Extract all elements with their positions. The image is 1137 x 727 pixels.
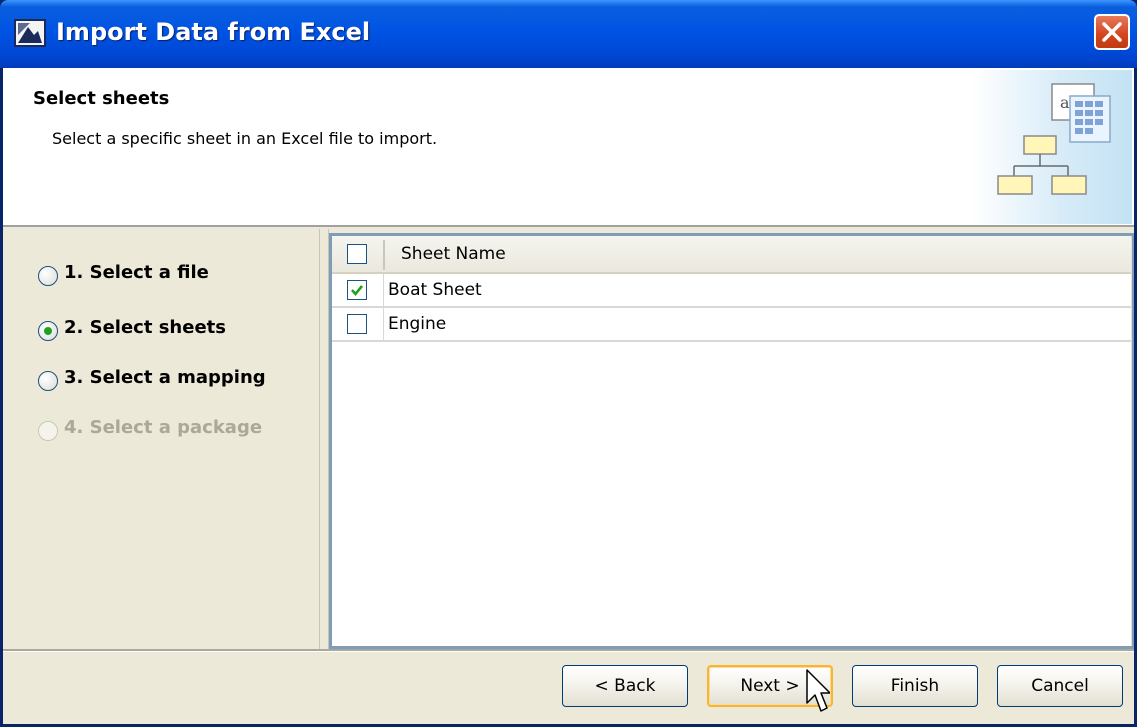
- step-label: 1. Select a file: [64, 262, 209, 283]
- radio-icon[interactable]: [38, 266, 58, 286]
- radio-icon: [38, 421, 58, 441]
- wizard-steps: 1. Select a file 2. Select sheets 3. Sel…: [3, 229, 319, 649]
- row-sheet-name: Boat Sheet: [383, 274, 1131, 306]
- close-button[interactable]: [1094, 14, 1130, 50]
- panel-splitter[interactable]: [319, 229, 329, 649]
- radio-icon[interactable]: [38, 371, 58, 391]
- mouse-cursor-icon: [806, 669, 830, 712]
- back-button[interactable]: < Back: [562, 665, 688, 707]
- header-graphic: a.: [972, 70, 1132, 224]
- spreadsheet-mapping-icon: a.: [997, 83, 1111, 195]
- table-row[interactable]: Boat Sheet: [332, 274, 1131, 308]
- wizard-header: Select sheets Select a specific sheet in…: [3, 68, 1134, 227]
- table-row[interactable]: Engine: [332, 308, 1131, 342]
- page-title: Select sheets: [33, 88, 170, 109]
- column-divider[interactable]: [383, 240, 385, 270]
- step-label: 4. Select a package: [64, 417, 263, 438]
- radio-selected-icon[interactable]: [38, 321, 58, 341]
- title-bar[interactable]: Import Data from Excel: [0, 0, 1137, 68]
- column-header-sheet-name[interactable]: Sheet Name: [401, 244, 506, 264]
- close-icon: [1102, 22, 1122, 42]
- dialog-body: Select sheets Select a specific sheet in…: [3, 68, 1134, 724]
- row-checkbox[interactable]: [347, 314, 367, 334]
- sheet-table: Sheet Name Boat Sheet Engine: [329, 233, 1134, 649]
- table-header: Sheet Name: [332, 236, 1131, 274]
- row-checkbox-checked[interactable]: [347, 280, 367, 300]
- select-all-checkbox[interactable]: [347, 244, 367, 264]
- cancel-button[interactable]: Cancel: [997, 665, 1123, 707]
- window-title: Import Data from Excel: [56, 18, 371, 46]
- check-icon: [351, 285, 364, 297]
- row-sheet-name: Engine: [383, 308, 1131, 340]
- footer-divider: [3, 649, 1134, 652]
- page-description: Select a specific sheet in an Excel file…: [52, 129, 438, 148]
- finish-button[interactable]: Finish: [852, 665, 978, 707]
- step-label: 2. Select sheets: [64, 317, 226, 338]
- import-dialog: Import Data from Excel Select sheets Sel…: [0, 0, 1137, 727]
- app-icon: [14, 19, 46, 47]
- step-label: 3. Select a mapping: [64, 367, 266, 388]
